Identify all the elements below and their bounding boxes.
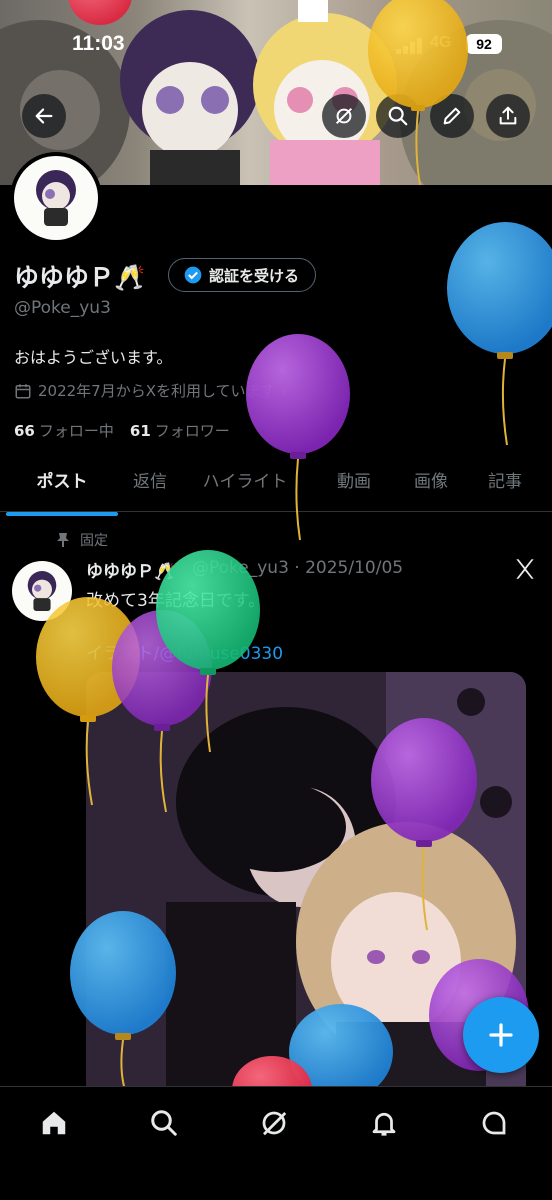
profile-header-banner[interactable] <box>0 0 552 185</box>
compose-button[interactable] <box>463 997 539 1073</box>
tab-articles[interactable]: 記事 <box>468 458 542 511</box>
explore-search-icon <box>151 1110 177 1136</box>
verified-badge-icon <box>184 266 202 284</box>
status-bar: 11:03 4G 92 <box>0 30 552 60</box>
edit-icon <box>443 107 461 125</box>
bottom-navigation <box>0 1086 552 1200</box>
search-icon <box>388 106 408 126</box>
post-illustration <box>86 672 526 1092</box>
nav-messages[interactable] <box>474 1103 514 1143</box>
tab-replies[interactable]: 返信 <box>124 458 176 511</box>
following-link[interactable]: 66 フォロー中 <box>14 420 114 441</box>
following-count: 66 <box>14 422 35 440</box>
tab-highlights[interactable]: ハイライト <box>176 458 314 511</box>
share-button[interactable] <box>486 94 530 138</box>
retweet-icon <box>335 107 353 125</box>
chevron-right-icon: › <box>281 381 288 400</box>
battery-level: 92 <box>466 34 502 54</box>
followers-link[interactable]: 61 フォロワー <box>130 420 230 441</box>
profile-avatar[interactable] <box>10 152 102 244</box>
profile-name: ゆゆゆＰ🥂 <box>14 263 146 292</box>
post-mention-link[interactable]: イラスト/@fumuse0330 <box>86 639 283 664</box>
banner-illustration <box>0 0 552 185</box>
home-icon <box>42 1111 66 1135</box>
tab-posts[interactable]: ポスト <box>0 458 124 516</box>
tab-videos[interactable]: 動画 <box>314 458 394 511</box>
retweet-button[interactable] <box>322 94 366 138</box>
nav-explore[interactable] <box>144 1103 184 1143</box>
pin-icon <box>57 533 69 547</box>
profile-handle: @Poke_yu3 <box>14 298 111 318</box>
post-meta: @Poke_yu3 · 2025/10/05 <box>192 558 404 578</box>
post-text: 改めて3年記念日です。 <box>86 591 266 611</box>
post-image[interactable] <box>86 672 526 1092</box>
share-icon <box>499 106 517 125</box>
balloon-blue-right <box>447 222 552 446</box>
followers-count: 61 <box>129 422 151 440</box>
tab-images[interactable]: 画像 <box>394 458 468 511</box>
signal-icon <box>396 38 424 58</box>
back-arrow-icon <box>35 108 53 124</box>
network-type: 4G <box>430 34 452 51</box>
nav-grok[interactable] <box>254 1103 294 1143</box>
profile-tabs: ポスト 返信 ハイライト 動画 画像 記事 <box>0 458 552 516</box>
profile-bio: おはようございます。 <box>14 348 173 367</box>
following-label: フォロー中 <box>38 422 114 440</box>
pinned-label: 固定 <box>80 533 108 549</box>
followers-label: フォロワー <box>154 422 230 440</box>
status-time: 11:03 <box>72 32 125 55</box>
post-author-name[interactable]: ゆゆゆＰ🥂 <box>86 557 175 582</box>
edit-button[interactable] <box>430 94 474 138</box>
grok-icon <box>516 559 534 579</box>
bell-icon <box>372 1112 396 1136</box>
pinned-indicator: 固定 <box>56 530 108 550</box>
follow-stats: 66 フォロー中 61 フォロワー <box>14 420 230 441</box>
grok-nav-icon <box>262 1111 287 1136</box>
messages-icon <box>482 1111 506 1135</box>
search-button[interactable] <box>376 94 420 138</box>
nav-notifications[interactable] <box>364 1103 404 1143</box>
back-button[interactable] <box>22 94 66 138</box>
calendar-icon <box>15 383 31 398</box>
grok-button[interactable] <box>512 556 538 586</box>
nav-home[interactable] <box>34 1103 74 1143</box>
avatar-image <box>14 156 98 240</box>
get-verified-button[interactable]: 認証を受ける <box>168 258 317 292</box>
compose-plus-icon <box>489 1023 513 1047</box>
get-verified-label: 認証を受ける <box>209 266 300 285</box>
joined-text: 2022年7月からXを利用しています <box>38 382 276 400</box>
joined-date: 2022年7月からXを利用しています › <box>14 380 288 401</box>
post-author-avatar[interactable] <box>12 561 72 621</box>
